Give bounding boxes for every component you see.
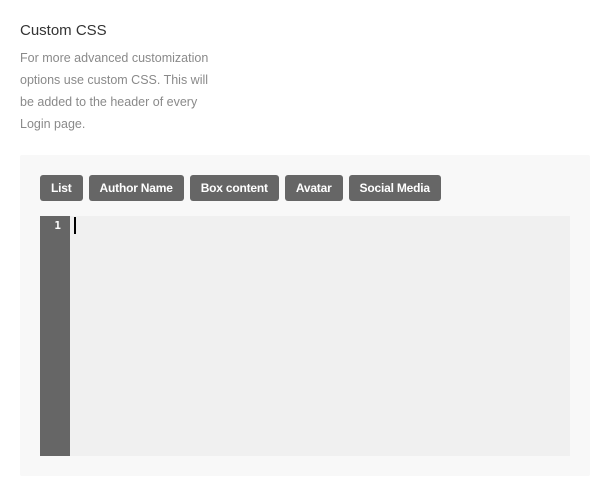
avatar-button[interactable]: Avatar bbox=[284, 175, 343, 201]
text-cursor bbox=[74, 217, 76, 234]
section-title: Custom CSS bbox=[20, 22, 107, 39]
css-editor-panel: List Author Name Box content Avatar Soci… bbox=[20, 155, 590, 476]
code-editor[interactable]: 1 bbox=[40, 216, 570, 456]
code-input-area[interactable] bbox=[70, 216, 570, 456]
list-button[interactable]: List bbox=[40, 175, 83, 201]
line-number-gutter: 1 bbox=[40, 216, 70, 456]
snippet-toolbar: List Author Name Box content Avatar Soci… bbox=[40, 175, 441, 201]
box-content-button[interactable]: Box content bbox=[189, 175, 279, 201]
social-media-button[interactable]: Social Media bbox=[348, 175, 441, 201]
author-name-button[interactable]: Author Name bbox=[88, 175, 184, 201]
line-number: 1 bbox=[54, 219, 61, 232]
section-description: For more advanced customization options … bbox=[20, 51, 209, 131]
